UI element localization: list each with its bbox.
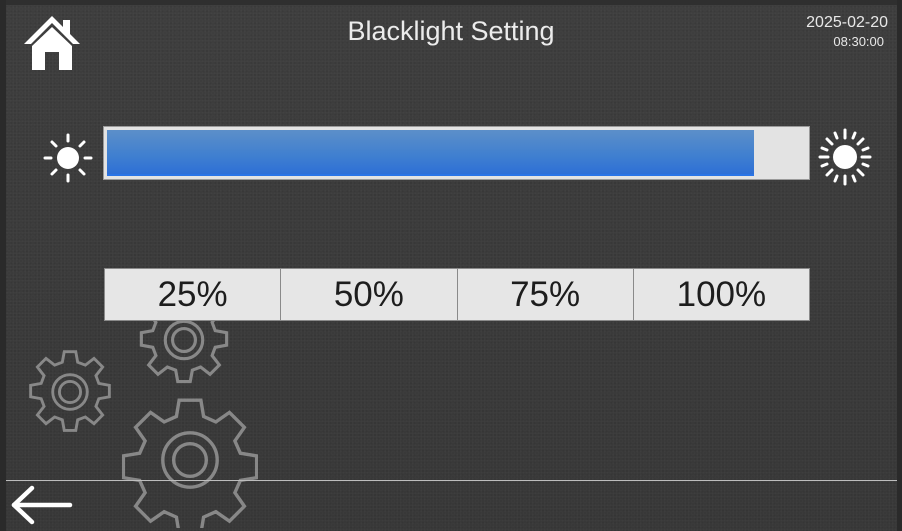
preset-25-button[interactable]: 25%: [104, 268, 282, 321]
page-title: Blacklight Setting: [347, 16, 555, 46]
frame-right: [897, 0, 902, 531]
date-label: 2025-02-20: [806, 14, 888, 31]
time-label: 08:30:00: [833, 34, 884, 49]
sun-bright-icon: [818, 128, 872, 186]
back-button[interactable]: [8, 483, 74, 527]
frame-left: [0, 0, 6, 531]
brightness-slider[interactable]: [103, 126, 810, 180]
datetime: 2025-02-20 08:30:00: [806, 14, 888, 49]
footer-divider: [6, 480, 897, 481]
gear-icon: [29, 350, 111, 432]
frame-top: [0, 0, 902, 5]
preset-75-button[interactable]: 75%: [456, 268, 634, 321]
preset-buttons: 25% 50% 75% 100%: [104, 268, 810, 321]
brightness-increase-button[interactable]: [818, 128, 872, 186]
back-arrow-icon: [11, 485, 73, 525]
gear-icon: [122, 398, 258, 528]
brightness-slider-fill: [107, 130, 754, 176]
brightness-decrease-button[interactable]: [42, 132, 94, 184]
sun-dim-icon: [43, 133, 93, 183]
preset-100-button[interactable]: 100%: [632, 268, 810, 321]
preset-50-button[interactable]: 50%: [280, 268, 458, 321]
screen: Blacklight Setting 2025-02-20 08:30:00 2…: [0, 0, 902, 531]
